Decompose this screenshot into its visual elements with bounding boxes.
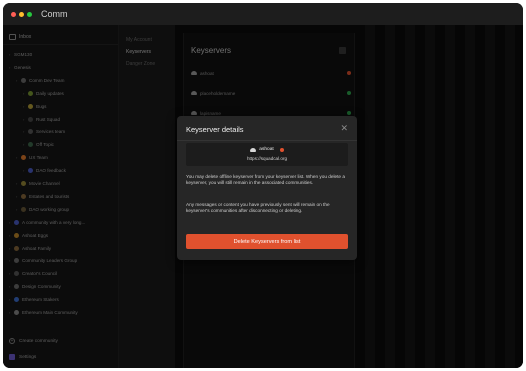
title-bar: Comm: [3, 3, 523, 25]
modal-paragraph-2: Any messages or content you have previou…: [186, 202, 330, 214]
keyserver-details-modal: Keyserver details ✕ ashoat https://squad…: [177, 116, 357, 260]
app-window: Comm Inbox › SGM130 › Genesis › Comm Dev Team…: [3, 3, 523, 368]
keyserver-name-row: ashoat: [186, 147, 348, 152]
cloud-icon: [250, 147, 257, 152]
delete-keyserver-button[interactable]: Delete Keyservers from list: [186, 234, 348, 249]
modal-divider: [177, 140, 357, 141]
keyserver-card: ashoat https://squadcal.org: [186, 143, 348, 166]
status-dot: [279, 147, 284, 152]
maximize-window-dot[interactable]: [27, 11, 32, 17]
keyserver-url: https://squadcal.org: [246, 156, 288, 161]
close-window-dot[interactable]: [11, 11, 16, 17]
modal-title: Keyserver details: [186, 125, 244, 134]
close-icon[interactable]: ✕: [340, 123, 348, 134]
modal-paragraph-1: You may delete offline keyserver from yo…: [186, 174, 345, 186]
keyserver-name: ashoat: [259, 147, 274, 152]
app-title: Comm: [41, 9, 68, 19]
minimize-window-dot[interactable]: [19, 11, 24, 17]
